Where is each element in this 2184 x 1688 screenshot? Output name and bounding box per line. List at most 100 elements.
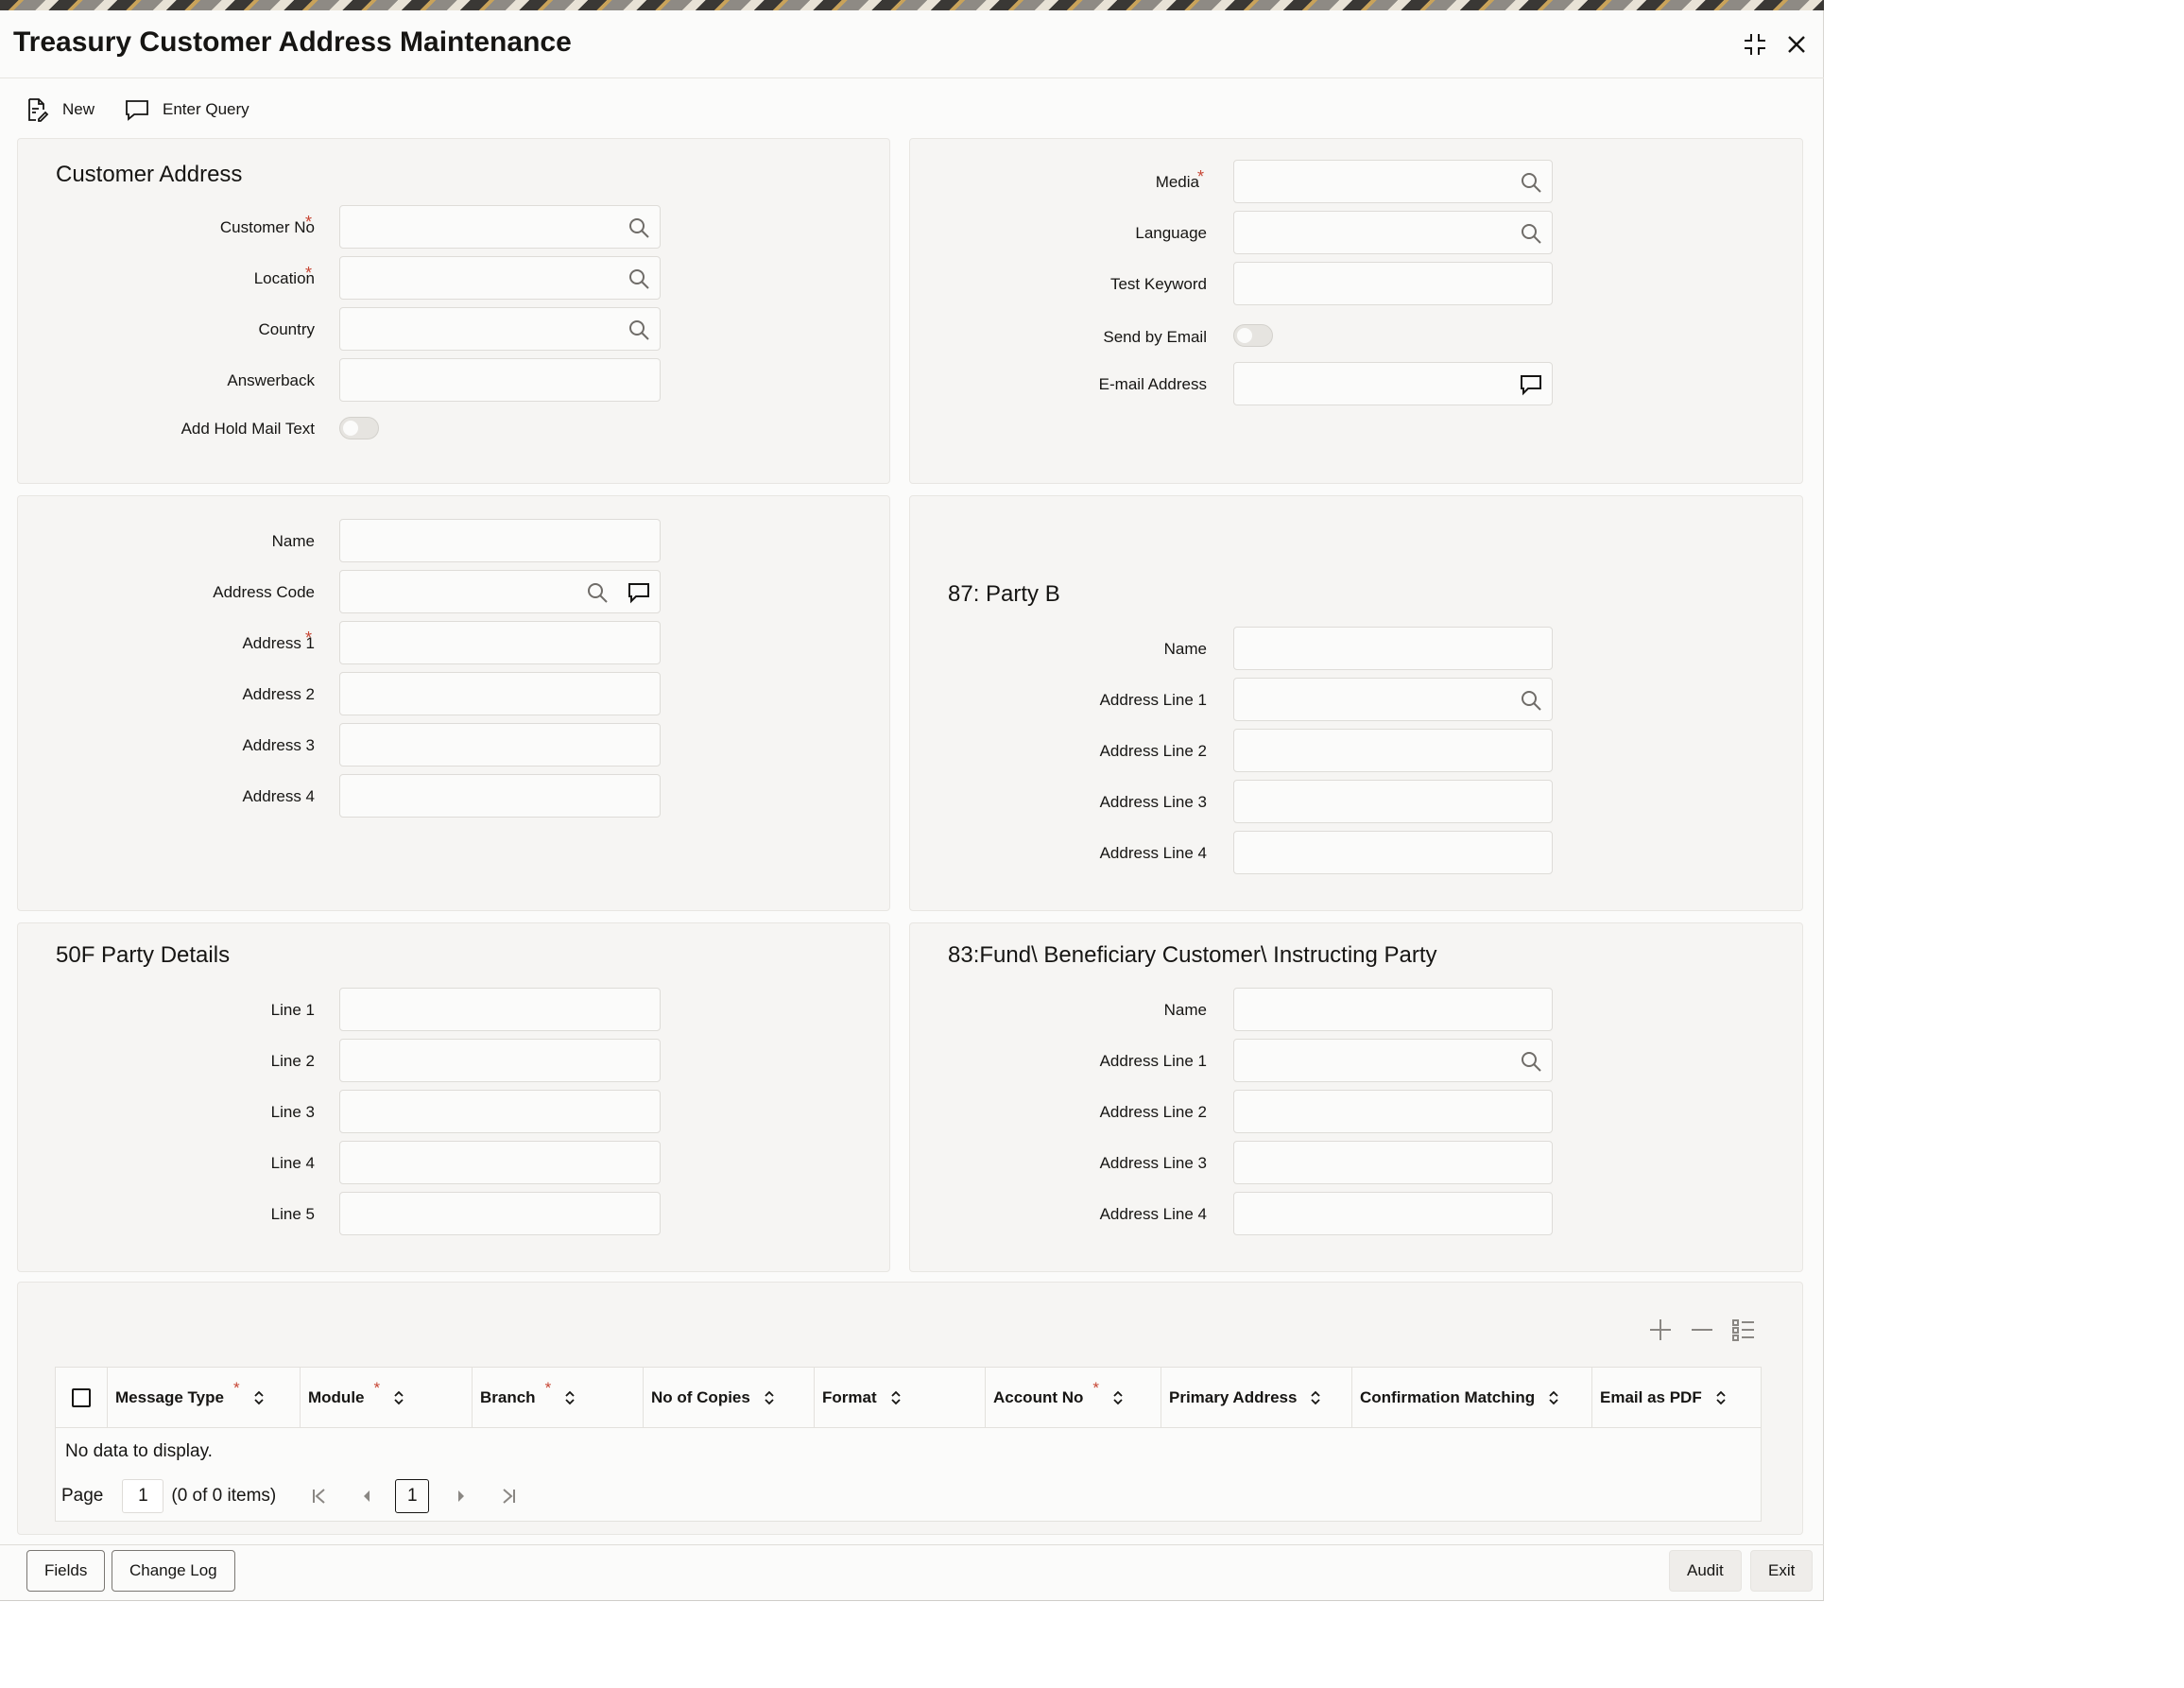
comment-icon[interactable]: [1520, 373, 1542, 396]
sort-icon[interactable]: [1715, 1389, 1727, 1406]
party-50f-line4-label: Line 4: [270, 1154, 315, 1172]
address3-input[interactable]: [339, 723, 661, 766]
col-account-no[interactable]: Account No *: [985, 1368, 1161, 1428]
party-b-line1-input[interactable]: [1233, 678, 1553, 721]
next-page-button[interactable]: [452, 1487, 471, 1506]
address2-input[interactable]: [339, 672, 661, 715]
language-input[interactable]: [1233, 211, 1553, 254]
test-keyword-label: Test Keyword: [1109, 275, 1207, 293]
email-address-label: E-mail Address: [1098, 375, 1207, 393]
search-icon[interactable]: [586, 581, 609, 604]
party-50f-line5-label: Line 5: [270, 1205, 315, 1223]
message-grid: Message Type * Module * Branch * No of Copi…: [55, 1367, 1762, 1522]
address1-label: Address 1: [242, 634, 315, 652]
col-email-as-pdf[interactable]: Email as PDF: [1591, 1368, 1763, 1428]
brand-band: [0, 0, 1824, 10]
send-by-email-label: Send by Email: [1103, 328, 1207, 346]
sort-icon[interactable]: [1112, 1389, 1124, 1406]
search-icon[interactable]: [1520, 222, 1542, 245]
search-icon[interactable]: [1520, 1050, 1542, 1073]
add-hold-mail-text-toggle[interactable]: [339, 417, 379, 439]
previous-page-button[interactable]: [357, 1487, 376, 1506]
media-label: Media: [1155, 173, 1199, 191]
party-50f-line2-input[interactable]: [339, 1039, 661, 1082]
col-format[interactable]: Format: [814, 1368, 985, 1428]
email-address-input[interactable]: [1233, 362, 1553, 405]
col-confirmation-matching[interactable]: Confirmation Matching: [1351, 1368, 1591, 1428]
party-83-line3-input[interactable]: [1233, 1141, 1553, 1184]
sort-icon[interactable]: [764, 1389, 775, 1406]
first-page-button[interactable]: [310, 1487, 329, 1506]
change-log-button[interactable]: Change Log: [112, 1550, 235, 1592]
enter-query-button[interactable]: Enter Query: [125, 98, 249, 121]
party-83-name-input[interactable]: [1233, 988, 1553, 1031]
items-count: (0 of 0 items): [171, 1486, 277, 1506]
address-code-input[interactable]: [339, 570, 661, 613]
location-input[interactable]: [339, 256, 661, 300]
first-page-icon: [313, 1489, 325, 1504]
send-by-email-toggle[interactable]: [1233, 324, 1273, 347]
party-b-name-input[interactable]: [1233, 627, 1553, 670]
search-icon[interactable]: [1520, 689, 1542, 712]
sort-icon[interactable]: [564, 1389, 576, 1406]
party-50f-line1-input[interactable]: [339, 988, 661, 1031]
customer-no-input[interactable]: [339, 205, 661, 249]
search-icon[interactable]: [1520, 171, 1542, 194]
party-b-line4-input[interactable]: [1233, 831, 1553, 874]
search-icon[interactable]: [628, 216, 650, 239]
col-message-type[interactable]: Message Type *: [107, 1368, 300, 1428]
sort-icon[interactable]: [1548, 1389, 1559, 1406]
party-50f-line5-input[interactable]: [339, 1192, 661, 1235]
party-b-line2-input[interactable]: [1233, 729, 1553, 772]
address4-input[interactable]: [339, 774, 661, 818]
search-icon[interactable]: [628, 267, 650, 290]
sort-icon[interactable]: [1310, 1389, 1321, 1406]
party-83-line3-label: Address Line 3: [1099, 1154, 1207, 1172]
country-input[interactable]: [339, 307, 661, 351]
sort-icon[interactable]: [253, 1389, 265, 1406]
add-hold-mail-text-label: Add Hold Mail Text: [181, 420, 315, 438]
fields-button[interactable]: Fields: [26, 1550, 106, 1592]
party-b-name-label: Name: [1163, 640, 1207, 658]
select-all-checkbox[interactable]: [72, 1388, 91, 1407]
last-page-button[interactable]: [499, 1487, 518, 1506]
current-page[interactable]: 1: [395, 1479, 430, 1513]
search-icon[interactable]: [628, 319, 650, 341]
party-50f-line3-input[interactable]: [339, 1090, 661, 1133]
close-button[interactable]: [1780, 28, 1813, 60]
col-primary-address[interactable]: Primary Address: [1161, 1368, 1351, 1428]
party-50f-line4-input[interactable]: [339, 1141, 661, 1184]
current-page-value: 1: [406, 1486, 418, 1506]
sort-icon[interactable]: [890, 1389, 902, 1406]
page-number-input[interactable]: 1: [122, 1479, 164, 1513]
collapse-icon: [1745, 34, 1765, 55]
party-b-line3-input[interactable]: [1233, 780, 1553, 823]
address-panel: Name Address Code Address 1 * Address 2 …: [17, 495, 890, 911]
party-b-line4-label: Address Line 4: [1099, 844, 1207, 862]
party-83-line4-input[interactable]: [1233, 1192, 1553, 1235]
test-keyword-input[interactable]: [1233, 262, 1553, 305]
party-83-line2-input[interactable]: [1233, 1090, 1553, 1133]
new-button[interactable]: New: [25, 97, 95, 122]
col-module[interactable]: Module *: [300, 1368, 472, 1428]
exit-button[interactable]: Exit: [1750, 1550, 1814, 1592]
collapse-button[interactable]: [1739, 28, 1771, 60]
address1-input[interactable]: [339, 621, 661, 664]
list-view-icon[interactable]: [1730, 1317, 1757, 1343]
name-input[interactable]: [339, 519, 661, 562]
media-input[interactable]: [1233, 160, 1553, 203]
enter-query-label: Enter Query: [163, 100, 249, 118]
answerback-input[interactable]: [339, 358, 661, 402]
sort-icon[interactable]: [393, 1389, 404, 1406]
add-row-icon[interactable]: [1647, 1317, 1674, 1343]
party-83-line1-input[interactable]: [1233, 1039, 1553, 1082]
pagination: Page 1 (0 of 0 items) 1: [61, 1477, 518, 1515]
col-branch-label: Branch: [480, 1388, 536, 1406]
col-branch[interactable]: Branch *: [472, 1368, 643, 1428]
col-no-of-copies[interactable]: No of Copies: [643, 1368, 814, 1428]
close-icon: [1788, 36, 1805, 53]
remove-row-icon[interactable]: [1689, 1317, 1715, 1343]
audit-button[interactable]: Audit: [1669, 1550, 1742, 1592]
comment-icon[interactable]: [628, 581, 650, 604]
required-marker: *: [544, 1379, 552, 1397]
